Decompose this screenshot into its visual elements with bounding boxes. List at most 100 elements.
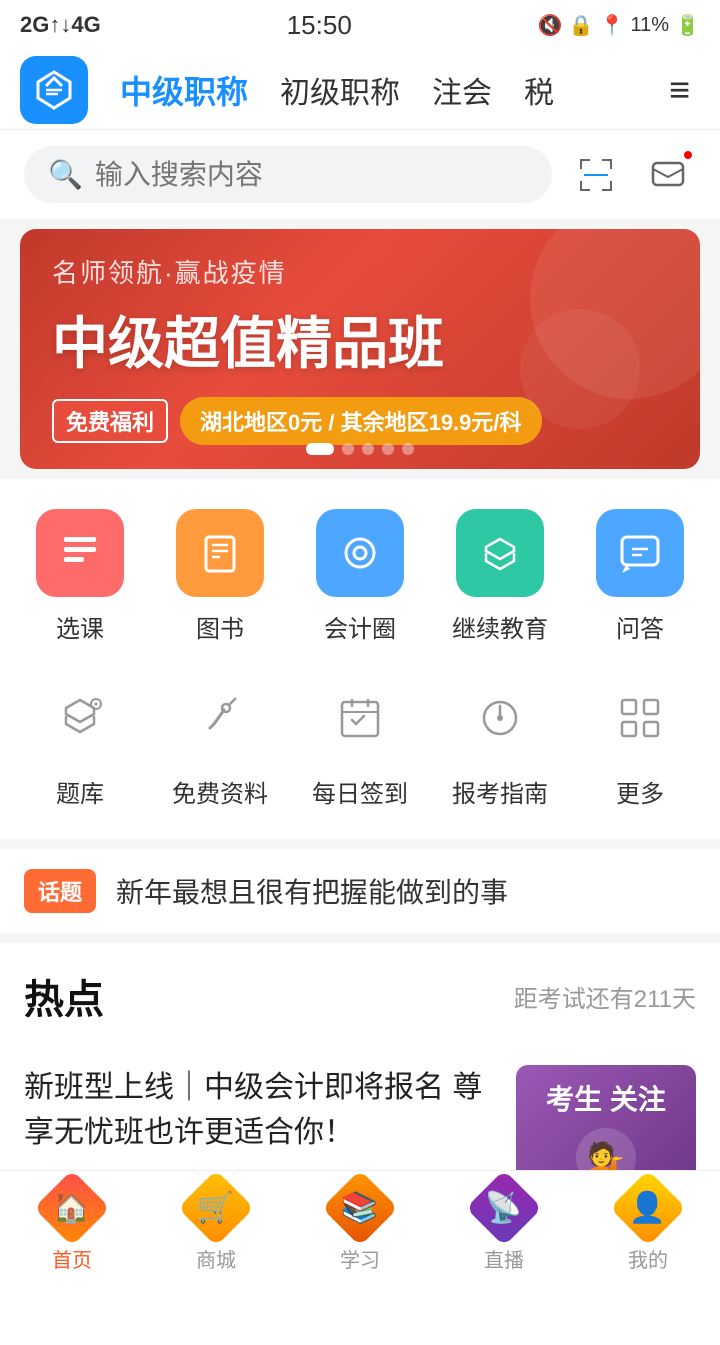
main-banner[interactable]: 名师领航·赢战疫情 中级超值精品班 免费福利 湖北地区0元 / 其余地区19.9… (20, 229, 700, 469)
wenda-label: 问答 (616, 609, 664, 644)
tab-chuji[interactable]: 初级职称 (264, 68, 416, 112)
bottom-nav: 🏠 首页 🛒 商城 📚 学习 📡 直播 👤 (0, 1170, 720, 1280)
more-label: 更多 (616, 774, 664, 809)
study-icon: 📚 (330, 1178, 390, 1238)
banner-price: 湖北地区0元 / 其余地区19.9元/科 (180, 397, 542, 445)
hot-section: 热点 距考试还有211天 新班型上线｜中级会计即将报名 尊享无忧班也许更适合你！… (0, 943, 720, 1345)
hamburger-menu[interactable]: ≡ (659, 69, 700, 111)
xuanke-icon (56, 529, 104, 577)
icon-gengduo[interactable]: 更多 (580, 674, 700, 809)
study-label: 学习 (340, 1244, 380, 1273)
icon-xuanke[interactable]: 选课 (20, 509, 140, 644)
banner-dot-4[interactable] (382, 443, 394, 455)
clock: 15:50 (287, 10, 352, 41)
hot-header: 热点 距考试还有211天 (24, 967, 696, 1025)
bottom-nav-home[interactable]: 🏠 首页 (0, 1171, 144, 1280)
live-diamond: 📡 (466, 1170, 542, 1246)
mine-diamond: 👤 (610, 1170, 686, 1246)
tiku-label: 题库 (56, 774, 104, 809)
live-icon: 📡 (474, 1178, 534, 1238)
icon-wenda[interactable]: 问答 (580, 509, 700, 644)
shop-label: 商城 (196, 1244, 236, 1273)
icon-meiriqiandao[interactable]: 每日签到 (300, 674, 420, 809)
banner-dot-2[interactable] (342, 443, 354, 455)
message-button[interactable] (640, 147, 696, 203)
nav-tabs: 中级职称 初级职称 注会 税 (104, 67, 659, 113)
xuanke-label: 选课 (56, 609, 104, 644)
study-diamond: 📚 (322, 1170, 398, 1246)
scan-icon (578, 157, 614, 193)
baokao-label: 报考指南 (452, 774, 548, 809)
bottom-nav-study[interactable]: 📚 学习 (288, 1171, 432, 1280)
jixujiaoju-label: 继续教育 (452, 609, 548, 644)
signal-indicator: 2G↑↓4G (20, 12, 101, 38)
battery-indicator: 🔇 🔒 📍 11% 🔋 (538, 13, 700, 38)
banner-dot-5[interactable] (402, 443, 414, 455)
quick-icons: 选课 图书 会计圈 继续教育 问答 (0, 479, 720, 839)
search-input-wrap[interactable]: 🔍 (24, 146, 552, 203)
tiku-icon (36, 674, 124, 762)
more-icon (596, 674, 684, 762)
shop-diamond: 🛒 (178, 1170, 254, 1246)
tushu-icon-box (176, 509, 264, 597)
home-diamond: 🏠 (34, 1170, 110, 1246)
banner-decor2 (520, 309, 640, 429)
search-bar: 🔍 (0, 130, 720, 219)
icon-tushu[interactable]: 图书 (160, 509, 280, 644)
icon-baokaozhianan[interactable]: 报考指南 (440, 674, 560, 809)
more-svg (614, 692, 666, 744)
status-bar: 2G↑↓4G 15:50 🔇 🔒 📍 11% 🔋 (0, 0, 720, 50)
banner-dot-1[interactable] (306, 443, 334, 455)
baokao-icon (456, 674, 544, 762)
search-input[interactable] (95, 159, 528, 191)
tab-tax[interactable]: 税 (508, 68, 570, 112)
thumb-title: 考生 关注 (546, 1082, 666, 1118)
kuaijiquan-icon (336, 529, 384, 577)
banner-dot-3[interactable] (362, 443, 374, 455)
hot-topic-bar[interactable]: 话题 新年最想且很有把握能做到的事 (0, 849, 720, 933)
news-title: 新班型上线｜中级会计即将报名 尊享无忧班也许更适合你！ (24, 1065, 496, 1155)
kuaijiquan-icon-box (316, 509, 404, 597)
shop-icon: 🛒 (186, 1178, 246, 1238)
tushu-label: 图书 (196, 609, 244, 644)
mine-icon: 👤 (618, 1178, 678, 1238)
header-nav: 中级职称 初级职称 注会 税 ≡ (0, 50, 720, 130)
tab-zhuhui[interactable]: 注会 (416, 68, 508, 112)
icon-row-2: 题库 免费资料 每日签到 报考指南 更多 (0, 664, 720, 829)
icon-jixujiaoju[interactable]: 继续教育 (440, 509, 560, 644)
mianfei-label: 免费资料 (172, 774, 268, 809)
bottom-nav-mine[interactable]: 👤 我的 (576, 1171, 720, 1280)
icon-row-1: 选课 图书 会计圈 继续教育 问答 (0, 499, 720, 664)
icon-tiku[interactable]: 题库 (20, 674, 140, 809)
jixujiaoju-icon (476, 529, 524, 577)
home-icon: 🏠 (42, 1178, 102, 1238)
message-badge (682, 149, 694, 161)
topic-text: 新年最想且很有把握能做到的事 (116, 871, 508, 911)
qiandao-label: 每日签到 (312, 774, 408, 809)
kuaijiquan-label: 会计圈 (324, 609, 396, 644)
bottom-nav-live[interactable]: 📡 直播 (432, 1171, 576, 1280)
scan-button[interactable] (568, 147, 624, 203)
mianfei-icon (176, 674, 264, 762)
live-label: 直播 (484, 1244, 524, 1273)
icon-mianfeizhiliao[interactable]: 免费资料 (160, 674, 280, 809)
icon-kuaijiquan[interactable]: 会计圈 (300, 509, 420, 644)
bottom-nav-shop[interactable]: 🛒 商城 (144, 1171, 288, 1280)
baokao-svg (474, 692, 526, 744)
hot-title: 热点 (24, 967, 104, 1025)
qiandao-icon (316, 674, 404, 762)
app-logo[interactable] (20, 56, 88, 124)
exam-countdown: 距考试还有211天 (514, 979, 696, 1014)
tab-zhongji[interactable]: 中级职称 (104, 67, 264, 113)
message-icon (650, 157, 686, 193)
logo-icon (32, 68, 76, 112)
banner-pagination (306, 443, 414, 455)
jixujiaoju-icon-box (456, 509, 544, 597)
xuanke-icon-box (36, 509, 124, 597)
home-label: 首页 (52, 1244, 92, 1273)
mianfei-svg (194, 692, 246, 744)
banner-free-tag: 免费福利 (52, 399, 168, 443)
search-icon: 🔍 (48, 158, 83, 191)
tiku-svg (54, 692, 106, 744)
tushu-icon (196, 529, 244, 577)
